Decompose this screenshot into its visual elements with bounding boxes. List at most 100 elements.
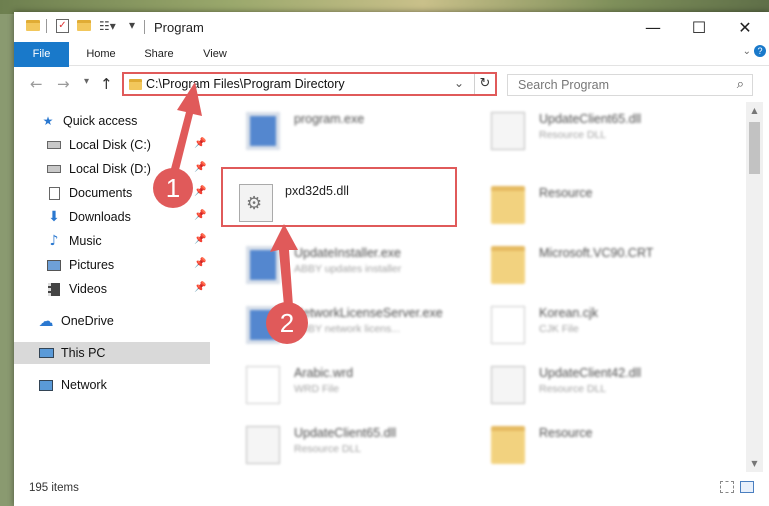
file-name: UpdateInstaller.exe: [294, 246, 402, 260]
sidebar-item-label: Videos: [69, 282, 107, 296]
file-item[interactable]: NetworkLicenseServer.exe ABBY network li…: [232, 300, 472, 356]
highlight-box-pxd32d5: [221, 167, 457, 227]
file-item[interactable]: Korean.cjk CJK File: [477, 300, 717, 356]
customize-toolbar-icon[interactable]: ☷▾: [99, 19, 116, 33]
pin-icon[interactable]: 📌: [194, 258, 206, 269]
address-bar[interactable]: C:\Program Files\Program Directory ⌄ ↻: [122, 72, 497, 96]
back-arrow-icon[interactable]: ←: [30, 75, 43, 93]
file-item[interactable]: UpdateClient65.dll Resource DLL: [232, 420, 472, 472]
sidebar-item-label: Music: [69, 234, 102, 248]
sidebar-item-label: Pictures: [69, 258, 115, 272]
sidebar-item-onedrive[interactable]: ☁ OneDrive: [14, 310, 210, 332]
file-description: WRD File: [294, 383, 339, 395]
sidebar-item-pictures[interactable]: Pictures 📌: [14, 254, 210, 276]
tab-home[interactable]: Home: [76, 42, 126, 66]
pin-icon[interactable]: 📌: [194, 234, 206, 245]
folder-icon: [26, 20, 40, 31]
folder-icon: [491, 246, 525, 284]
sidebar-item-label: Local Disk (C:): [69, 138, 151, 152]
minimize-button[interactable]: —: [630, 12, 676, 42]
file-item[interactable]: Arabic.wrd WRD File: [232, 360, 472, 416]
pin-icon[interactable]: 📌: [194, 162, 206, 173]
file-name: program.exe: [294, 112, 365, 126]
sidebar-item-quick-access[interactable]: ★ Quick access: [14, 110, 210, 132]
folder-icon: [491, 426, 525, 464]
file-icon: [491, 306, 525, 344]
folder-icon: [129, 79, 142, 90]
sidebar-item-local-disk-c[interactable]: Local Disk (C:) 📌: [14, 134, 210, 156]
file-item[interactable]: UpdateInstaller.exe ABBY updates install…: [232, 240, 472, 296]
file-item[interactable]: Resource: [477, 180, 717, 236]
file-item[interactable]: program.exe: [232, 106, 472, 162]
search-icon[interactable]: ⌕: [737, 77, 744, 92]
scrollbar-thumb[interactable]: [749, 122, 760, 174]
sidebar-item-label: Network: [61, 378, 107, 392]
pictures-icon: [46, 258, 62, 272]
close-button[interactable]: ✕: [722, 12, 768, 42]
forward-arrow-icon[interactable]: →: [57, 75, 70, 93]
refresh-icon[interactable]: ↻: [474, 74, 495, 94]
sidebar-item-music[interactable]: ♪ Music 📌: [14, 230, 210, 252]
status-bar: 195 items: [14, 472, 769, 506]
file-name: NetworkLicenseServer.exe: [294, 306, 443, 320]
maximize-button[interactable]: ☐: [676, 12, 722, 42]
ribbon-tabs: File Home Share View ⌄ ?: [14, 42, 769, 98]
file-list: program.exe UpdateClient65.dll Resource …: [222, 102, 744, 472]
search-box[interactable]: Search Program ⌕: [507, 74, 753, 96]
file-name: Microsoft.VC90.CRT: [539, 246, 654, 260]
file-name: UpdateClient65.dll: [294, 426, 397, 440]
pin-icon[interactable]: 📌: [194, 138, 206, 149]
scroll-up-icon[interactable]: ▲: [746, 102, 763, 119]
sidebar-item-local-disk-d[interactable]: Local Disk (D:) 📌: [14, 158, 210, 180]
vertical-scrollbar[interactable]: ▲ ▼: [746, 102, 763, 472]
file-item[interactable]: Microsoft.VC90.CRT: [477, 240, 717, 296]
sidebar-item-label: This PC: [61, 346, 106, 360]
search-input[interactable]: Search Program: [518, 78, 609, 92]
pin-icon[interactable]: 📌: [194, 186, 206, 197]
file-item[interactable]: Resource: [477, 420, 717, 472]
file-name: UpdateClient42.dll: [539, 366, 642, 380]
sidebar-item-documents[interactable]: Documents 📌: [14, 182, 210, 204]
file-item[interactable]: UpdateClient42.dll Resource DLL: [477, 360, 717, 416]
up-arrow-icon[interactable]: ↑: [100, 75, 113, 93]
pin-icon[interactable]: 📌: [194, 210, 206, 221]
sidebar-item-label: Quick access: [63, 114, 138, 128]
window-title: Program: [154, 20, 204, 35]
file-icon: [246, 366, 280, 404]
pin-icon[interactable]: 📌: [194, 282, 206, 293]
recent-locations-icon[interactable]: ▾: [84, 76, 89, 87]
chevron-down-icon[interactable]: ⌄: [454, 76, 464, 90]
help-icon[interactable]: ?: [754, 45, 766, 57]
properties-icon[interactable]: ✓: [56, 19, 69, 33]
divider: [46, 19, 47, 33]
documents-icon: [46, 186, 62, 200]
title-divider: [144, 20, 145, 34]
new-folder-icon[interactable]: [77, 20, 91, 31]
sidebar-item-network[interactable]: Network: [14, 374, 210, 396]
large-icons-view-icon[interactable]: [740, 481, 754, 493]
sidebar-item-downloads[interactable]: ⬇ Downloads 📌: [14, 206, 210, 228]
exe-icon: [246, 246, 280, 284]
file-name: Resource: [539, 426, 593, 440]
file-item[interactable]: UpdateClient65.dll Resource DLL: [477, 106, 717, 162]
address-path[interactable]: C:\Program Files\Program Directory: [146, 77, 345, 91]
title-bar: ✓ ☷▾ ▾ Program — ☐ ✕: [14, 12, 769, 42]
chevron-down-icon[interactable]: ▾: [129, 18, 135, 32]
scroll-down-icon[interactable]: ▼: [746, 455, 763, 472]
details-view-icon[interactable]: [720, 481, 734, 493]
dll-icon: [491, 112, 525, 150]
file-name: UpdateClient65.dll: [539, 112, 642, 126]
tab-share[interactable]: Share: [134, 42, 184, 66]
dll-icon: [246, 426, 280, 464]
navigation-pane: ★ Quick access Local Disk (C:) 📌 Local D…: [14, 102, 210, 472]
sidebar-item-videos[interactable]: Videos 📌: [14, 278, 210, 300]
folder-icon: [491, 186, 525, 224]
star-icon: ★: [42, 114, 54, 128]
file-description: Resource DLL: [539, 129, 607, 141]
file-description: CJK File: [539, 323, 579, 335]
sidebar-item-label: Downloads: [69, 210, 131, 224]
sidebar-item-this-pc[interactable]: This PC: [14, 342, 210, 364]
expand-ribbon-icon[interactable]: ⌄: [743, 46, 751, 57]
tab-view[interactable]: View: [190, 42, 240, 66]
file-description: ABBY network licens...: [294, 323, 401, 335]
